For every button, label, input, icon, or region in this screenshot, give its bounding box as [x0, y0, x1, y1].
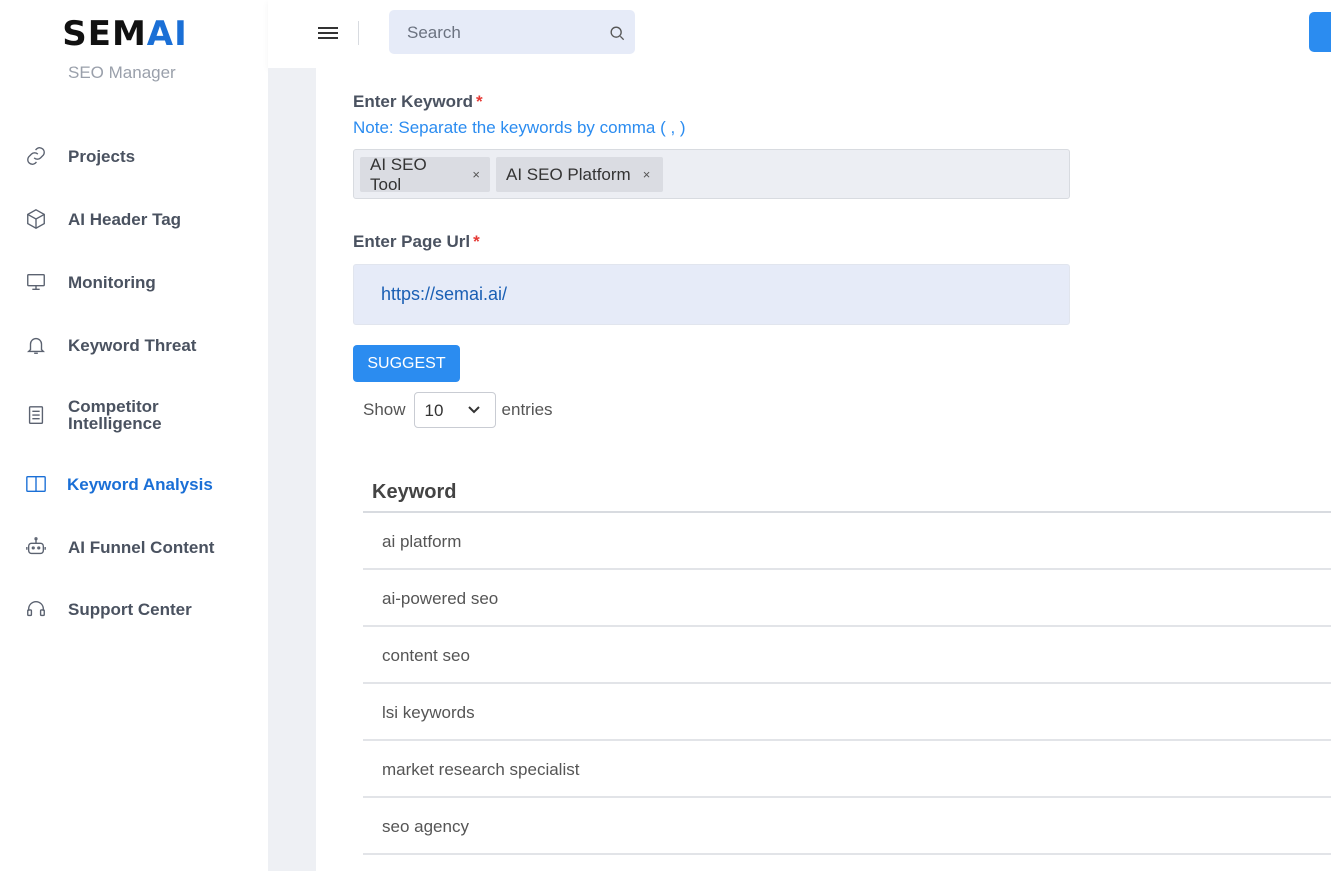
content-gutter [268, 68, 316, 871]
sidebar: SEMAI SEO Manager Projects AI Header Tag… [0, 0, 268, 871]
keyword-note: Note: Separate the keywords by comma ( ,… [353, 118, 686, 137]
bell-icon [24, 333, 48, 357]
logo[interactable]: SEMAI [0, 0, 268, 68]
document-icon [24, 403, 48, 427]
sidebar-item-label: AI Header Tag [68, 209, 182, 229]
link-icon [24, 144, 48, 168]
show-label: Show [363, 400, 406, 419]
brand-subtitle: SEO Manager [68, 63, 176, 82]
sidebar-item-monitoring[interactable]: Monitoring [0, 270, 268, 294]
keyword-label: Enter Keyword * [353, 92, 483, 111]
entries-value: 10 [424, 401, 444, 420]
sidebar-item-label: Support Center [68, 599, 192, 619]
sidebar-item-ai-header-tag[interactable]: AI Header Tag [0, 207, 268, 231]
monitor-icon [24, 270, 48, 294]
entries-select[interactable]: 10 [413, 392, 496, 428]
required-mark: * [475, 92, 483, 111]
keyword-tag-input[interactable]: AI SEO Tool × AI SEO Platform × [353, 149, 1070, 199]
sidebar-item-ai-funnel-content[interactable]: AI Funnel Content [0, 535, 268, 559]
sidebar-item-support-center[interactable]: Support Center [0, 597, 268, 621]
search-icon [610, 26, 625, 41]
robot-icon [24, 535, 48, 559]
table-row: content seo [363, 627, 1331, 684]
sidebar-item-keyword-threat[interactable]: Keyword Threat [0, 333, 268, 357]
search-input[interactable]: Search [389, 10, 635, 54]
table-row: lsi keywords [363, 684, 1331, 741]
sidebar-item-projects[interactable]: Projects [0, 144, 268, 168]
table-row: market research specialist [363, 741, 1331, 798]
keyword-tag: AI SEO Platform × [496, 157, 663, 192]
divider [358, 21, 359, 45]
sidebar-item-label: Projects [68, 146, 136, 166]
entries-control: Show 10 entries [363, 392, 553, 428]
required-mark: * [473, 232, 480, 251]
top-bar: Search [268, 0, 1331, 68]
table-row: seo agency [363, 798, 1331, 855]
search-placeholder: Search [407, 23, 461, 42]
main-content: Enter Keyword * Note: Separate the keywor… [316, 68, 1331, 871]
entries-label: entries [501, 400, 553, 419]
tag-label: AI SEO Platform [506, 164, 631, 184]
column-header-keyword[interactable]: Keyword [363, 471, 1331, 513]
tag-label: AI SEO Tool [370, 154, 427, 194]
sidebar-item-label: Keyword Threat [68, 335, 197, 355]
hamburger-menu-icon[interactable] [318, 24, 338, 42]
url-value: https://semai.ai/ [381, 284, 508, 304]
sidebar-item-label: Competitor Intelligence [68, 397, 162, 433]
keyword-tag: AI SEO Tool × [360, 154, 490, 194]
tag-remove-icon[interactable]: × [643, 167, 651, 182]
sidebar-item-label: Monitoring [68, 272, 156, 292]
keyword-table: Keyword ai platform ai-powered seo conte… [363, 471, 1331, 855]
logo-text: SEM [62, 14, 147, 54]
sidebar-item-keyword-analysis[interactable]: Keyword Analysis [0, 472, 268, 496]
sidebar-item-competitor-intelligence[interactable]: Competitor Intelligence [0, 398, 268, 432]
tag-remove-icon[interactable]: × [472, 167, 480, 182]
sidebar-item-label: Keyword Analysis [67, 474, 213, 494]
cube-icon [24, 207, 48, 231]
page-url-input[interactable]: https://semai.ai/ [353, 264, 1070, 325]
columns-icon [24, 472, 48, 496]
table-row: ai platform [363, 513, 1331, 570]
logo-accent: AI [146, 14, 188, 54]
top-action-button[interactable] [1309, 12, 1331, 52]
table-row: ai-powered seo [363, 570, 1331, 627]
chevron-down-icon [467, 406, 480, 414]
url-label: Enter Page Url * [353, 232, 480, 251]
headset-icon [24, 597, 48, 621]
suggest-button[interactable]: SUGGEST [353, 345, 460, 382]
sidebar-item-label: AI Funnel Content [68, 537, 215, 557]
